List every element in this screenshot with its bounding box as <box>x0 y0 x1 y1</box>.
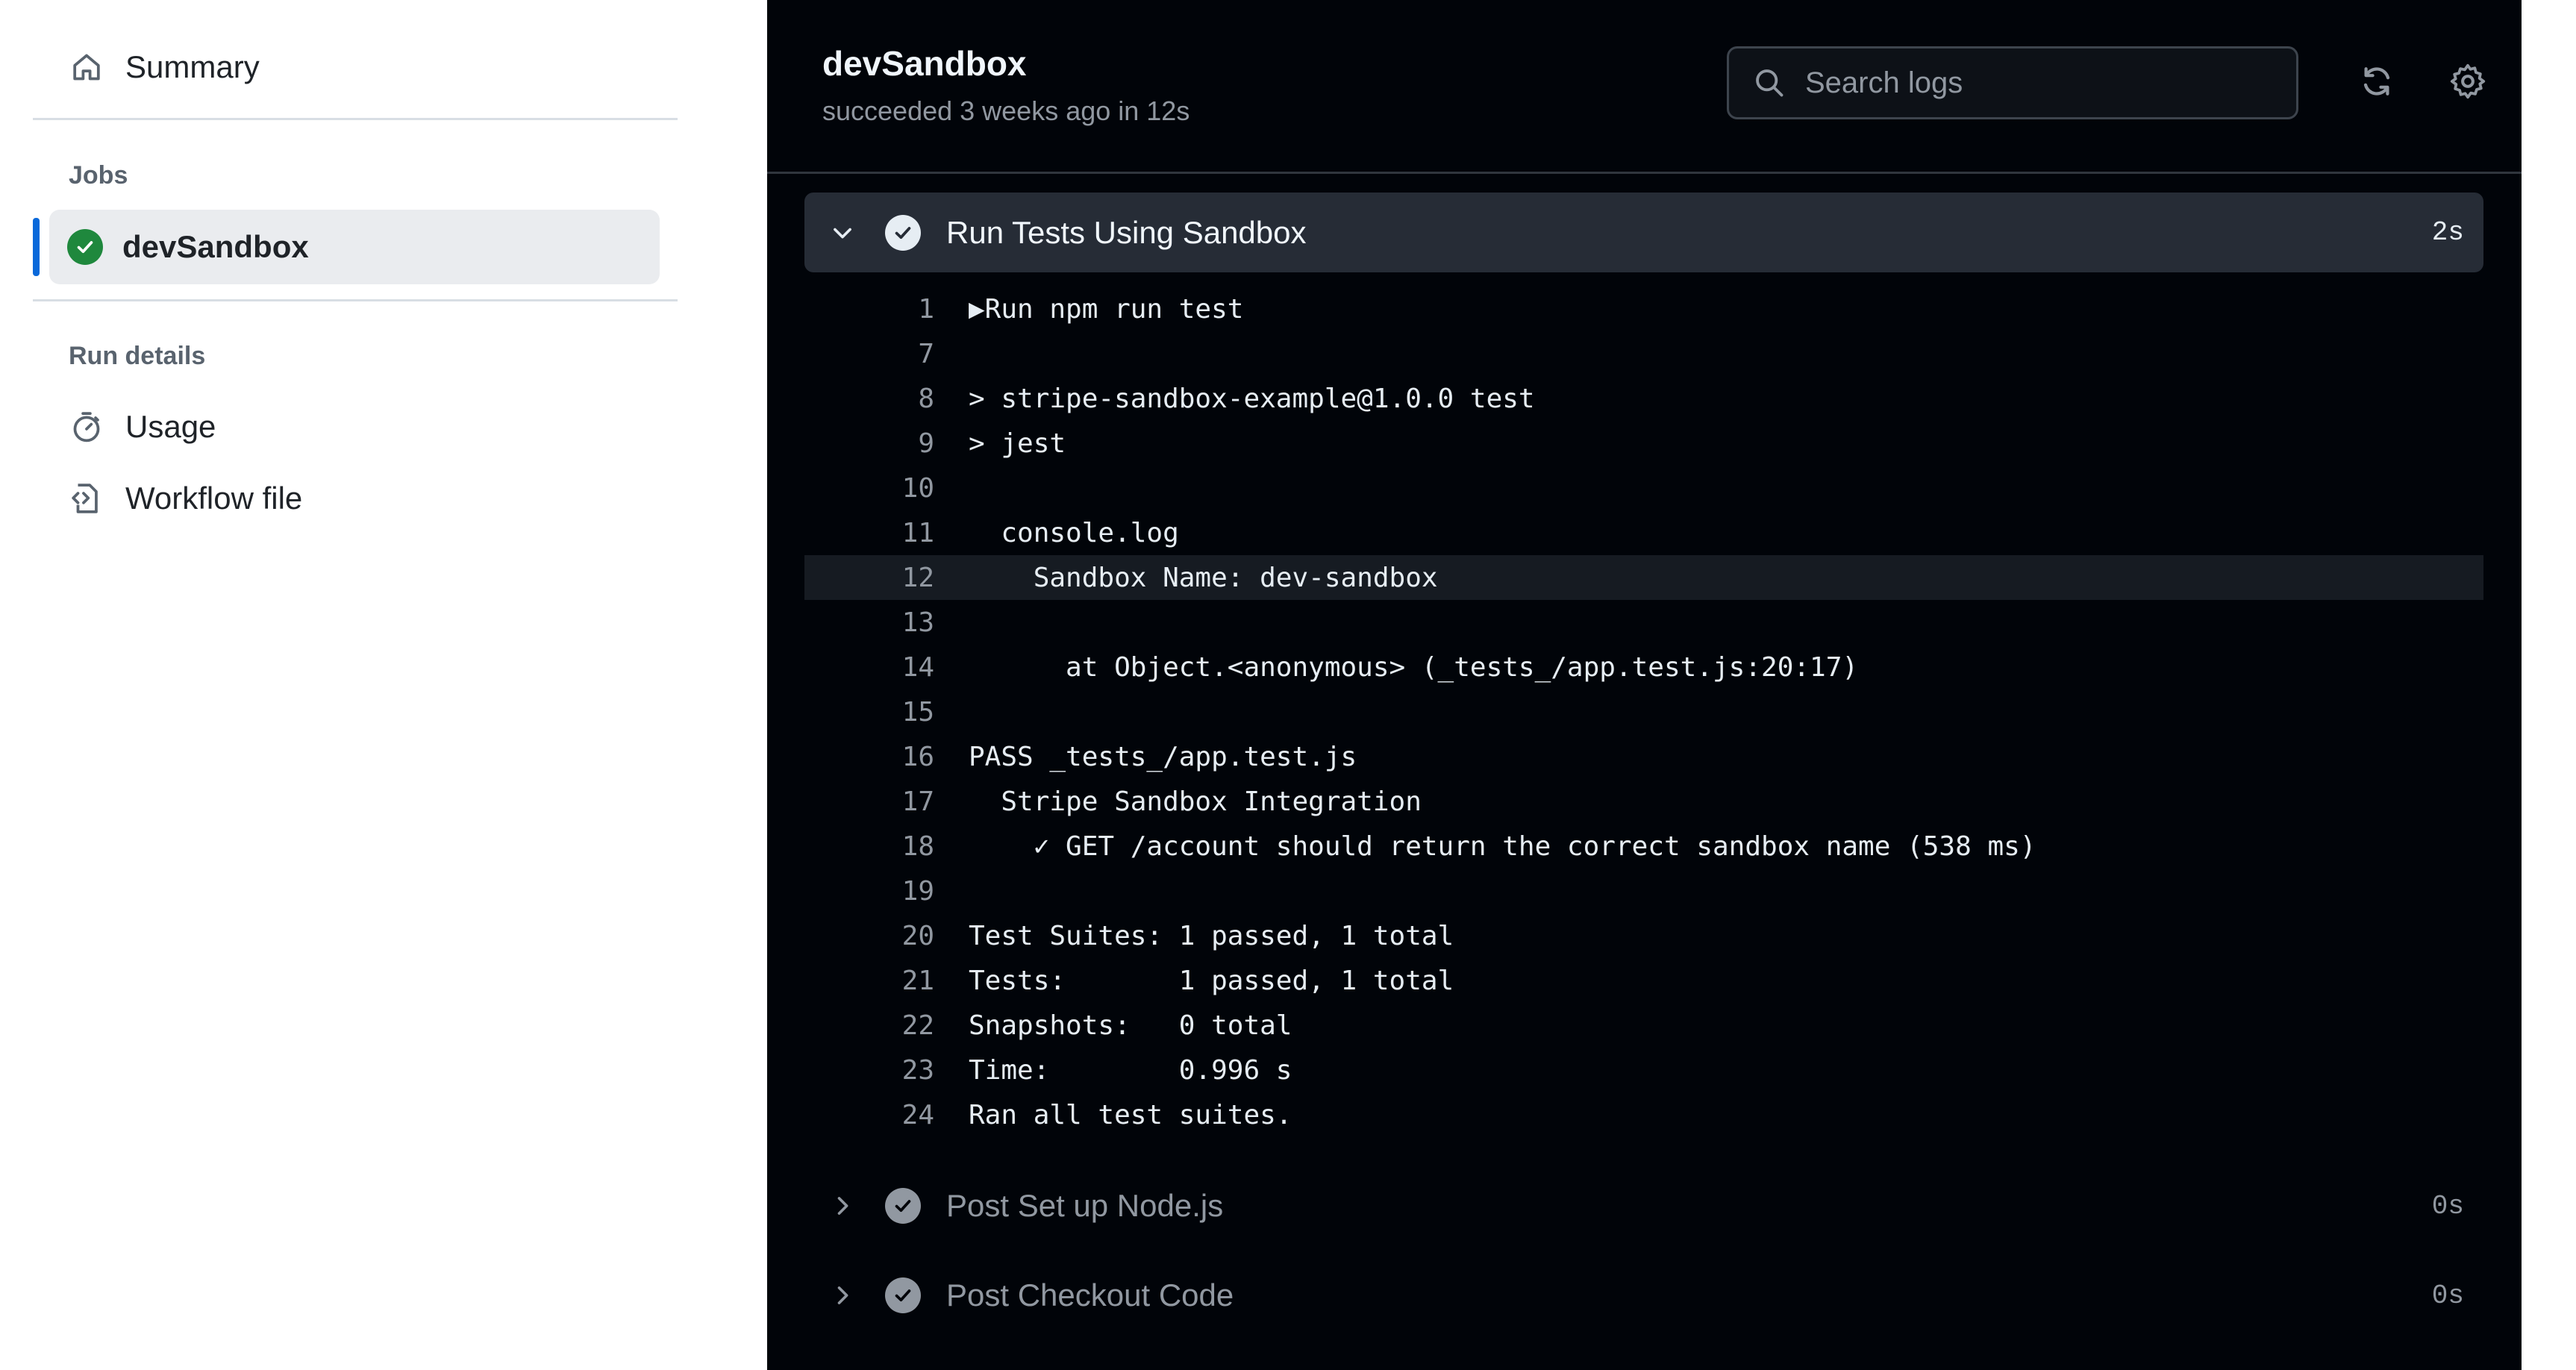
log-line: 8 > stripe-sandbox-example@1.0.0 test <box>804 376 2483 421</box>
log-line: 21 Tests: 1 passed, 1 total <box>804 958 2483 1003</box>
sidebar-item-label: Summary <box>125 49 260 84</box>
sidebar-item-workflow-file[interactable]: Workflow file <box>67 476 302 521</box>
log-line-text: Ran all test suites. <box>969 1099 1292 1130</box>
run-details-heading: Run details <box>69 342 206 370</box>
step-duration: 2s <box>2431 217 2464 248</box>
sidebar: Summary Jobs devSandbox Run details Usag… <box>0 0 767 1370</box>
sync-icon <box>2359 63 2395 103</box>
log-line-number[interactable]: 15 <box>804 697 969 728</box>
log-line: 18 ✓ GET /account should return the corr… <box>804 824 2483 869</box>
stopwatch-icon <box>67 407 106 446</box>
step-duration: 0s <box>2431 1280 2464 1311</box>
log-line-number[interactable]: 12 <box>804 563 969 593</box>
page-margin <box>2522 0 2576 1370</box>
log-line: 10 <box>804 466 2483 510</box>
log-line-text: PASS _tests_/app.test.js <box>969 741 1357 772</box>
log-line: 19 <box>804 869 2483 913</box>
log-line-number[interactable]: 18 <box>804 831 969 862</box>
log-line-text: Time: 0.996 s <box>969 1054 1292 1086</box>
log-line: 24 Ran all test suites. <box>804 1092 2483 1137</box>
job-status: succeeded 3 weeks ago in 12s <box>822 96 1190 126</box>
log-line-number[interactable]: 24 <box>804 1100 969 1130</box>
log-panel: devSandbox succeeded 3 weeks ago in 12s <box>767 0 2522 1370</box>
job-header: devSandbox succeeded 3 weeks ago in 12s <box>767 0 2522 174</box>
sidebar-divider <box>33 118 678 120</box>
log-line: 16 PASS _tests_/app.test.js <box>804 734 2483 779</box>
step-duration: 0s <box>2431 1190 2464 1222</box>
sidebar-item-usage[interactable]: Usage <box>67 404 216 449</box>
log-line-text: Stripe Sandbox Integration <box>969 786 1422 817</box>
log-line-number[interactable]: 8 <box>804 384 969 414</box>
log-line: 14 at Object.<anonymous> (_tests_/app.te… <box>804 645 2483 689</box>
chevron-right-icon <box>824 1277 861 1314</box>
log-line-number[interactable]: 19 <box>804 876 969 907</box>
check-circle-icon <box>885 1188 921 1224</box>
log-line-number[interactable]: 9 <box>804 428 969 459</box>
log-line-text: Tests: 1 passed, 1 total <box>969 965 1454 996</box>
search-icon <box>1750 63 1789 102</box>
file-code-icon <box>67 479 106 518</box>
log-line-text: ✓ GET /account should return the correct… <box>969 831 2036 862</box>
settings-button[interactable] <box>2445 60 2491 106</box>
log-line-text: console.log <box>969 517 1179 548</box>
home-icon <box>67 48 106 87</box>
job-title: devSandbox <box>822 44 1027 83</box>
log-line-number[interactable]: 11 <box>804 518 969 548</box>
log-line-text: Snapshots: 0 total <box>969 1010 1292 1041</box>
log-line: 15 <box>804 689 2483 734</box>
log-line-number[interactable]: 1 <box>804 294 969 325</box>
log-line-text: Sandbox Name: dev-sandbox <box>969 562 1438 593</box>
log-line-number[interactable]: 20 <box>804 921 969 951</box>
check-circle-icon <box>67 229 103 265</box>
log-line-text: at Object.<anonymous> (_tests_/app.test.… <box>969 651 1859 683</box>
log-line-number[interactable]: 14 <box>804 652 969 683</box>
chevron-right-icon <box>824 1187 861 1224</box>
sidebar-item-label: Workflow file <box>125 481 303 516</box>
sidebar-item-label: Usage <box>125 409 216 444</box>
chevron-down-icon <box>824 214 861 251</box>
log-line: 12 Sandbox Name: dev-sandbox <box>804 555 2483 600</box>
log-line: 9 > jest <box>804 421 2483 466</box>
log-line-number[interactable]: 10 <box>804 473 969 504</box>
log-line: 17 Stripe Sandbox Integration <box>804 779 2483 824</box>
check-circle-icon <box>885 214 921 251</box>
job-label: devSandbox <box>122 229 309 264</box>
log-line-text: Test Suites: 1 passed, 1 total <box>969 920 1454 951</box>
log-line: 11 console.log <box>804 510 2483 555</box>
sidebar-divider <box>33 299 678 301</box>
gear-icon <box>2449 63 2486 104</box>
log-line-text: ▶Run npm run test <box>969 293 1244 325</box>
step-name: Post Set up Node.js <box>946 1188 1224 1223</box>
log-line-number[interactable]: 16 <box>804 742 969 772</box>
search-logs-box <box>1727 46 2298 119</box>
sidebar-item-summary[interactable]: Summary <box>67 45 260 90</box>
log-line-number[interactable]: 13 <box>804 607 969 638</box>
log-line: 1 ▶Run npm run test <box>804 287 2483 331</box>
jobs-heading: Jobs <box>69 161 128 190</box>
log-line: 13 <box>804 600 2483 645</box>
log-line: 7 <box>804 331 2483 376</box>
sidebar-item-devsandbox[interactable]: devSandbox <box>49 210 660 284</box>
log-line-number[interactable]: 23 <box>804 1055 969 1086</box>
step-post-checkout-code[interactable]: Post Checkout Code 0s <box>804 1258 2483 1333</box>
log-line-number[interactable]: 22 <box>804 1010 969 1041</box>
log-line-number[interactable]: 21 <box>804 966 969 996</box>
active-job-indicator <box>33 218 40 276</box>
log-line-number[interactable]: 7 <box>804 339 969 369</box>
step-run-tests[interactable]: Run Tests Using Sandbox 2s <box>804 193 2483 272</box>
check-circle-icon <box>885 1277 921 1313</box>
log-line: 22 Snapshots: 0 total <box>804 1003 2483 1048</box>
refresh-button[interactable] <box>2354 60 2400 106</box>
log-line-text: > jest <box>969 428 1066 459</box>
log-line: 23 Time: 0.996 s <box>804 1048 2483 1092</box>
log-output: 1 ▶Run npm run test 7 8 > stripe-sandbox-exa… <box>804 287 2483 1137</box>
step-post-setup-node[interactable]: Post Set up Node.js 0s <box>804 1169 2483 1243</box>
step-name: Run Tests Using Sandbox <box>946 214 1307 250</box>
step-name: Post Checkout Code <box>946 1277 1234 1313</box>
log-line-number[interactable]: 17 <box>804 786 969 817</box>
log-line: 20 Test Suites: 1 passed, 1 total <box>804 913 2483 958</box>
log-line-text: > stripe-sandbox-example@1.0.0 test <box>969 383 1535 414</box>
search-logs-input[interactable] <box>1804 65 2269 101</box>
